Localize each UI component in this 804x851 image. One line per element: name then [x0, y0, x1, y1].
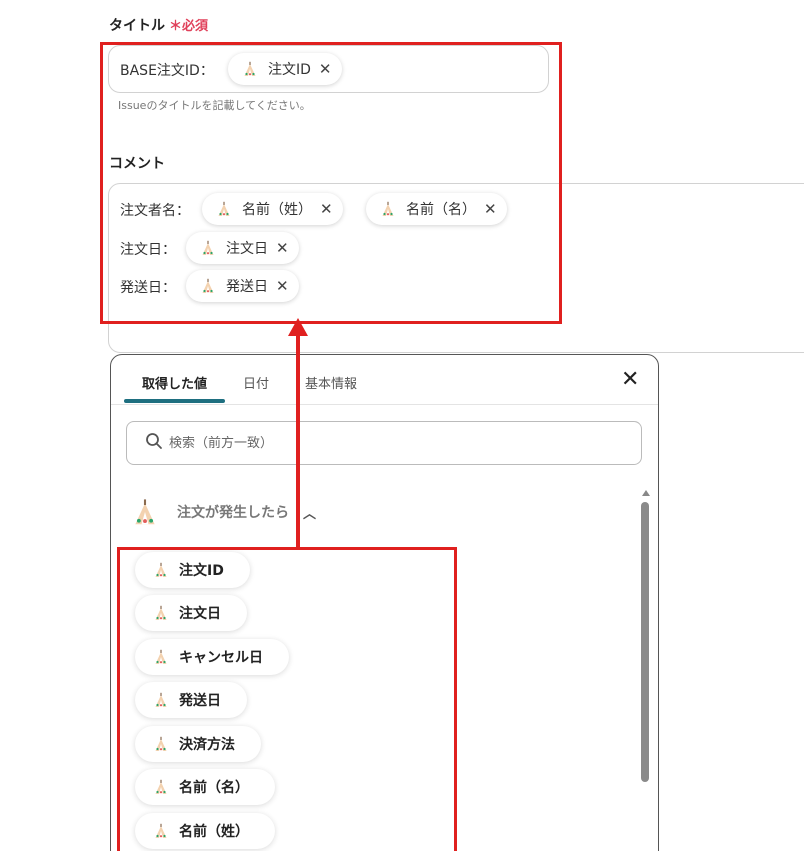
scroll-up-icon[interactable] — [642, 490, 650, 496]
tab-basic-info[interactable]: 基本情報 — [305, 373, 357, 392]
annotation-arrow-head — [288, 318, 308, 336]
required-text: 必須 — [182, 19, 209, 34]
annotation-box-fields — [100, 42, 562, 324]
scrollbar[interactable] — [641, 490, 651, 851]
title-field-label: タイトル ＊必須 — [109, 15, 208, 35]
tab-date[interactable]: 日付 — [243, 373, 269, 392]
trigger-group-header[interactable]: 注文が発生したら ︿ — [131, 498, 316, 526]
tab-acquired-values[interactable]: 取得した値 — [142, 373, 207, 392]
required-mark: ＊ — [169, 19, 183, 34]
group-title: 注文が発生したら — [177, 505, 289, 521]
panel-tabs: 取得した値 日付 基本情報 ✕ — [111, 355, 658, 405]
annotation-arrow-line — [296, 334, 300, 548]
close-icon[interactable]: ✕ — [621, 367, 639, 392]
annotation-box-options — [117, 547, 457, 851]
active-tab-indicator — [124, 399, 225, 403]
search-icon — [145, 432, 163, 454]
required-indicator: ＊必須 — [169, 19, 208, 34]
teepee-icon — [131, 498, 159, 526]
search-box[interactable] — [126, 421, 642, 465]
search-input[interactable] — [169, 435, 589, 451]
scrollbar-thumb[interactable] — [641, 502, 649, 782]
title-label-text: タイトル — [109, 18, 165, 34]
chevron-up-icon[interactable]: ︿ — [303, 503, 316, 522]
